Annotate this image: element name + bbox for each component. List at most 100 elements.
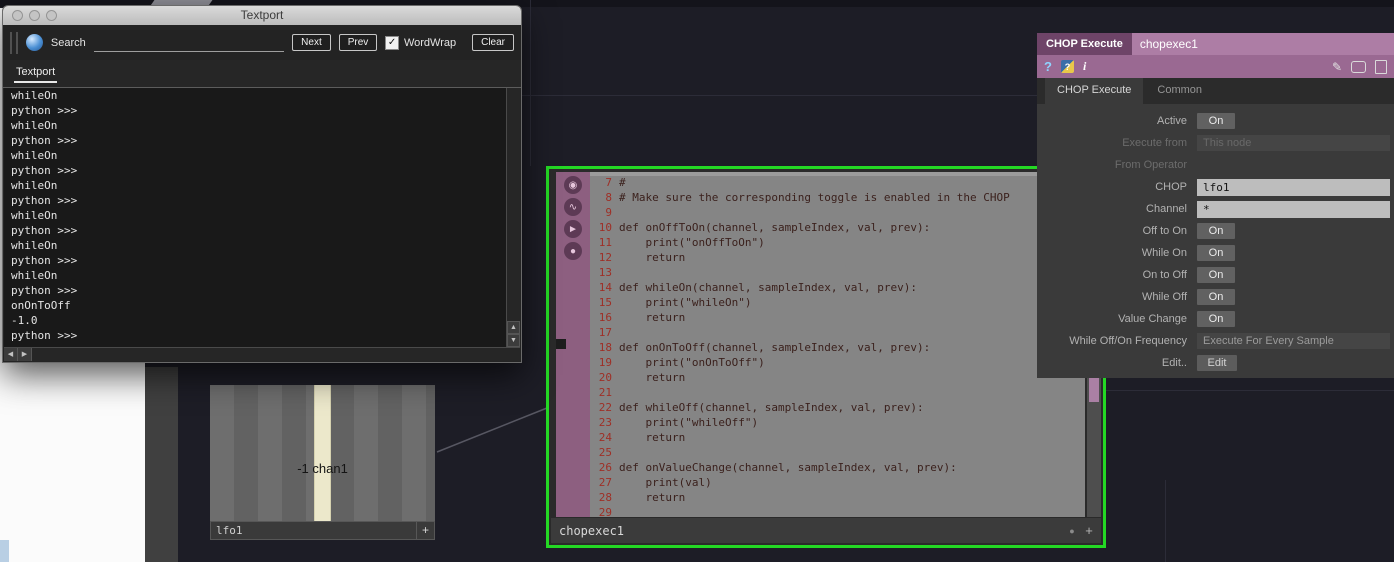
code-line: 7 # [590,176,1085,191]
scroll-left-icon[interactable]: ◀ [4,348,18,361]
help-icon[interactable]: ? [1044,59,1052,74]
drop-flag-icon[interactable]: ● [564,242,582,260]
python-console-icon [25,34,43,51]
param-value[interactable]: This node [1197,135,1390,151]
lfo-channel-viewer[interactable]: -1 chan1 [210,385,435,521]
line-number: 20 [598,371,612,384]
param-value[interactable]: On [1197,113,1235,129]
scroll-up-icon[interactable]: ▲ [507,321,520,334]
param-label: From Operator [1114,159,1187,171]
param-value[interactable]: On [1197,245,1235,261]
chopexec-node[interactable]: ◉ ∿ ► ● 7 # 8 # Make sure the correspond… [546,166,1106,548]
node-add-button[interactable]: + [1080,523,1098,538]
param-row: While On On [1037,242,1394,264]
scroll-down-icon[interactable]: ▼ [507,334,520,347]
line-number: 12 [598,251,612,264]
line-text: print("onOnToOff") [619,356,765,369]
wordwrap-checkbox[interactable]: ✓ [385,35,399,50]
dat-code-viewer[interactable]: 7 # 8 # Make sure the corresponding togg… [590,172,1085,517]
operator-name-field[interactable]: chopexec1 [1131,33,1394,55]
line-number: 17 [598,326,612,339]
console-horizontal-scrollbar[interactable]: ◀ ▶ [4,347,520,361]
param-row: On to Off On [1037,264,1394,286]
close-button[interactable] [12,10,23,21]
lfo-add-button[interactable]: + [417,521,435,540]
code-line: 16 return [590,311,1085,326]
param-value[interactable]: On [1197,267,1235,283]
arrow-flag-icon[interactable]: ► [564,220,582,238]
info-icon[interactable]: i [1083,59,1086,74]
code-line: 19 print("onOnToOff") [590,356,1085,371]
copy-page-icon[interactable] [1375,59,1387,74]
panel-tab[interactable]: CHOP Execute [1045,78,1144,104]
next-button[interactable]: Next [292,34,331,51]
param-row: Off to On On [1037,220,1394,242]
search-label: Search [50,36,86,49]
panel-tab[interactable]: Common [1145,78,1214,104]
code-line: 20 return [590,371,1085,386]
clear-button[interactable]: Clear [472,34,515,51]
comment-icon[interactable] [1351,60,1366,73]
minimize-button[interactable] [29,10,40,21]
operator-type-label: CHOP Execute [1037,33,1132,55]
graph-flag-icon[interactable]: ∿ [564,198,582,216]
line-number: 27 [598,476,612,489]
node-name-field[interactable]: chopexec1 [551,524,1064,538]
parameter-panel: CHOP Execute chopexec1 ? ? i ✎ CHOP Exec… [1037,33,1394,378]
tab-textport[interactable]: Textport [14,66,58,83]
code-line: 25 [590,446,1085,461]
line-number: 13 [598,266,612,279]
search-input[interactable] [93,33,285,52]
line-number: 16 [598,311,612,324]
python-help-icon[interactable]: ? [1060,60,1074,73]
wordwrap-label: WordWrap [403,36,457,49]
grid-line [530,0,531,166]
param-label: Value Change [1118,313,1187,325]
line-number: 11 [598,236,612,249]
param-label: Edit.. [1161,357,1187,369]
line-text: # [619,176,626,189]
lfo-channel-value: -1 chan1 [297,461,348,476]
code-line: 9 [590,206,1085,221]
line-number: 26 [598,461,612,474]
line-number: 19 [598,356,612,369]
node-dot-icon[interactable]: ● [1064,526,1080,536]
console-vertical-scrollbar[interactable]: ▲ ▼ [506,88,520,347]
code-line: 26 def onValueChange(channel, sampleInde… [590,461,1085,476]
line-number: 9 [605,206,612,219]
prev-button[interactable]: Prev [338,34,378,51]
line-text: return [619,311,686,324]
line-text: return [619,491,686,504]
code-line: 18 def onOnToOff(channel, sampleIndex, v… [590,341,1085,356]
console-output[interactable]: whileOn python >>> whileOn python >>> wh… [4,88,506,347]
zoom-button[interactable] [46,10,57,21]
lfo-name-field[interactable]: lfo1 [210,521,417,540]
console-line: python >>> [11,104,78,117]
param-label: Off to On [1142,225,1187,237]
param-value[interactable]: On [1197,311,1235,327]
param-label: Active [1157,115,1187,127]
param-value[interactable]: Execute For Every Sample [1197,333,1390,349]
console-line: onOnToOff [11,299,71,312]
param-value[interactable]: * [1197,200,1390,218]
console-line: whileOn [11,119,58,132]
line-number: 28 [598,491,612,504]
node-body-marker [556,339,566,349]
line-number: 7 [605,176,612,189]
toolbar-grip[interactable] [10,31,18,54]
textport-title-bar[interactable]: Textport [3,6,521,25]
console-line: whileOn [11,239,58,252]
param-value[interactable]: Edit [1197,355,1237,371]
lfo-node[interactable]: -1 chan1 lfo1 + [210,385,435,540]
line-text: return [619,431,686,444]
param-value[interactable]: On [1197,289,1235,305]
param-row: From Operator [1037,154,1394,176]
param-label: While Off [1141,291,1187,303]
line-number: 29 [598,506,612,517]
pencil-icon[interactable]: ✎ [1332,60,1342,74]
scroll-right-icon[interactable]: ▶ [18,348,32,361]
grid-line [1106,390,1394,391]
param-value[interactable]: lfo1 [1197,178,1390,196]
param-value[interactable]: On [1197,223,1235,239]
viewer-flag-icon[interactable]: ◉ [564,176,582,194]
